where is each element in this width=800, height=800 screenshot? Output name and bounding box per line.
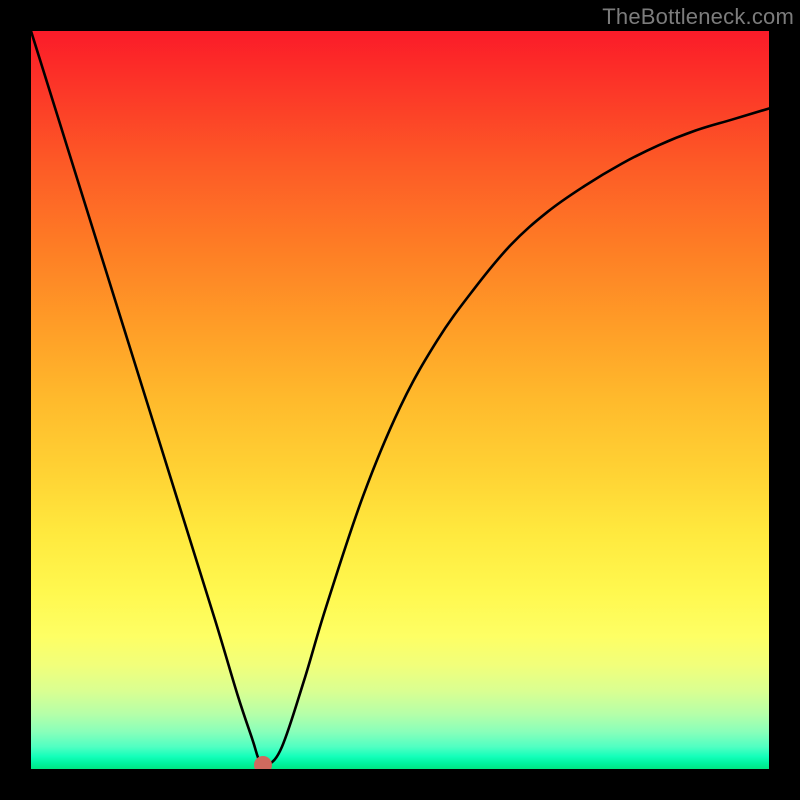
- watermark-text: TheBottleneck.com: [602, 4, 794, 30]
- chart-line-layer: [31, 31, 769, 769]
- bottleneck-marker-dot: [254, 756, 272, 769]
- bottleneck-curve-path: [31, 31, 769, 767]
- chart-plot-area: [31, 31, 769, 769]
